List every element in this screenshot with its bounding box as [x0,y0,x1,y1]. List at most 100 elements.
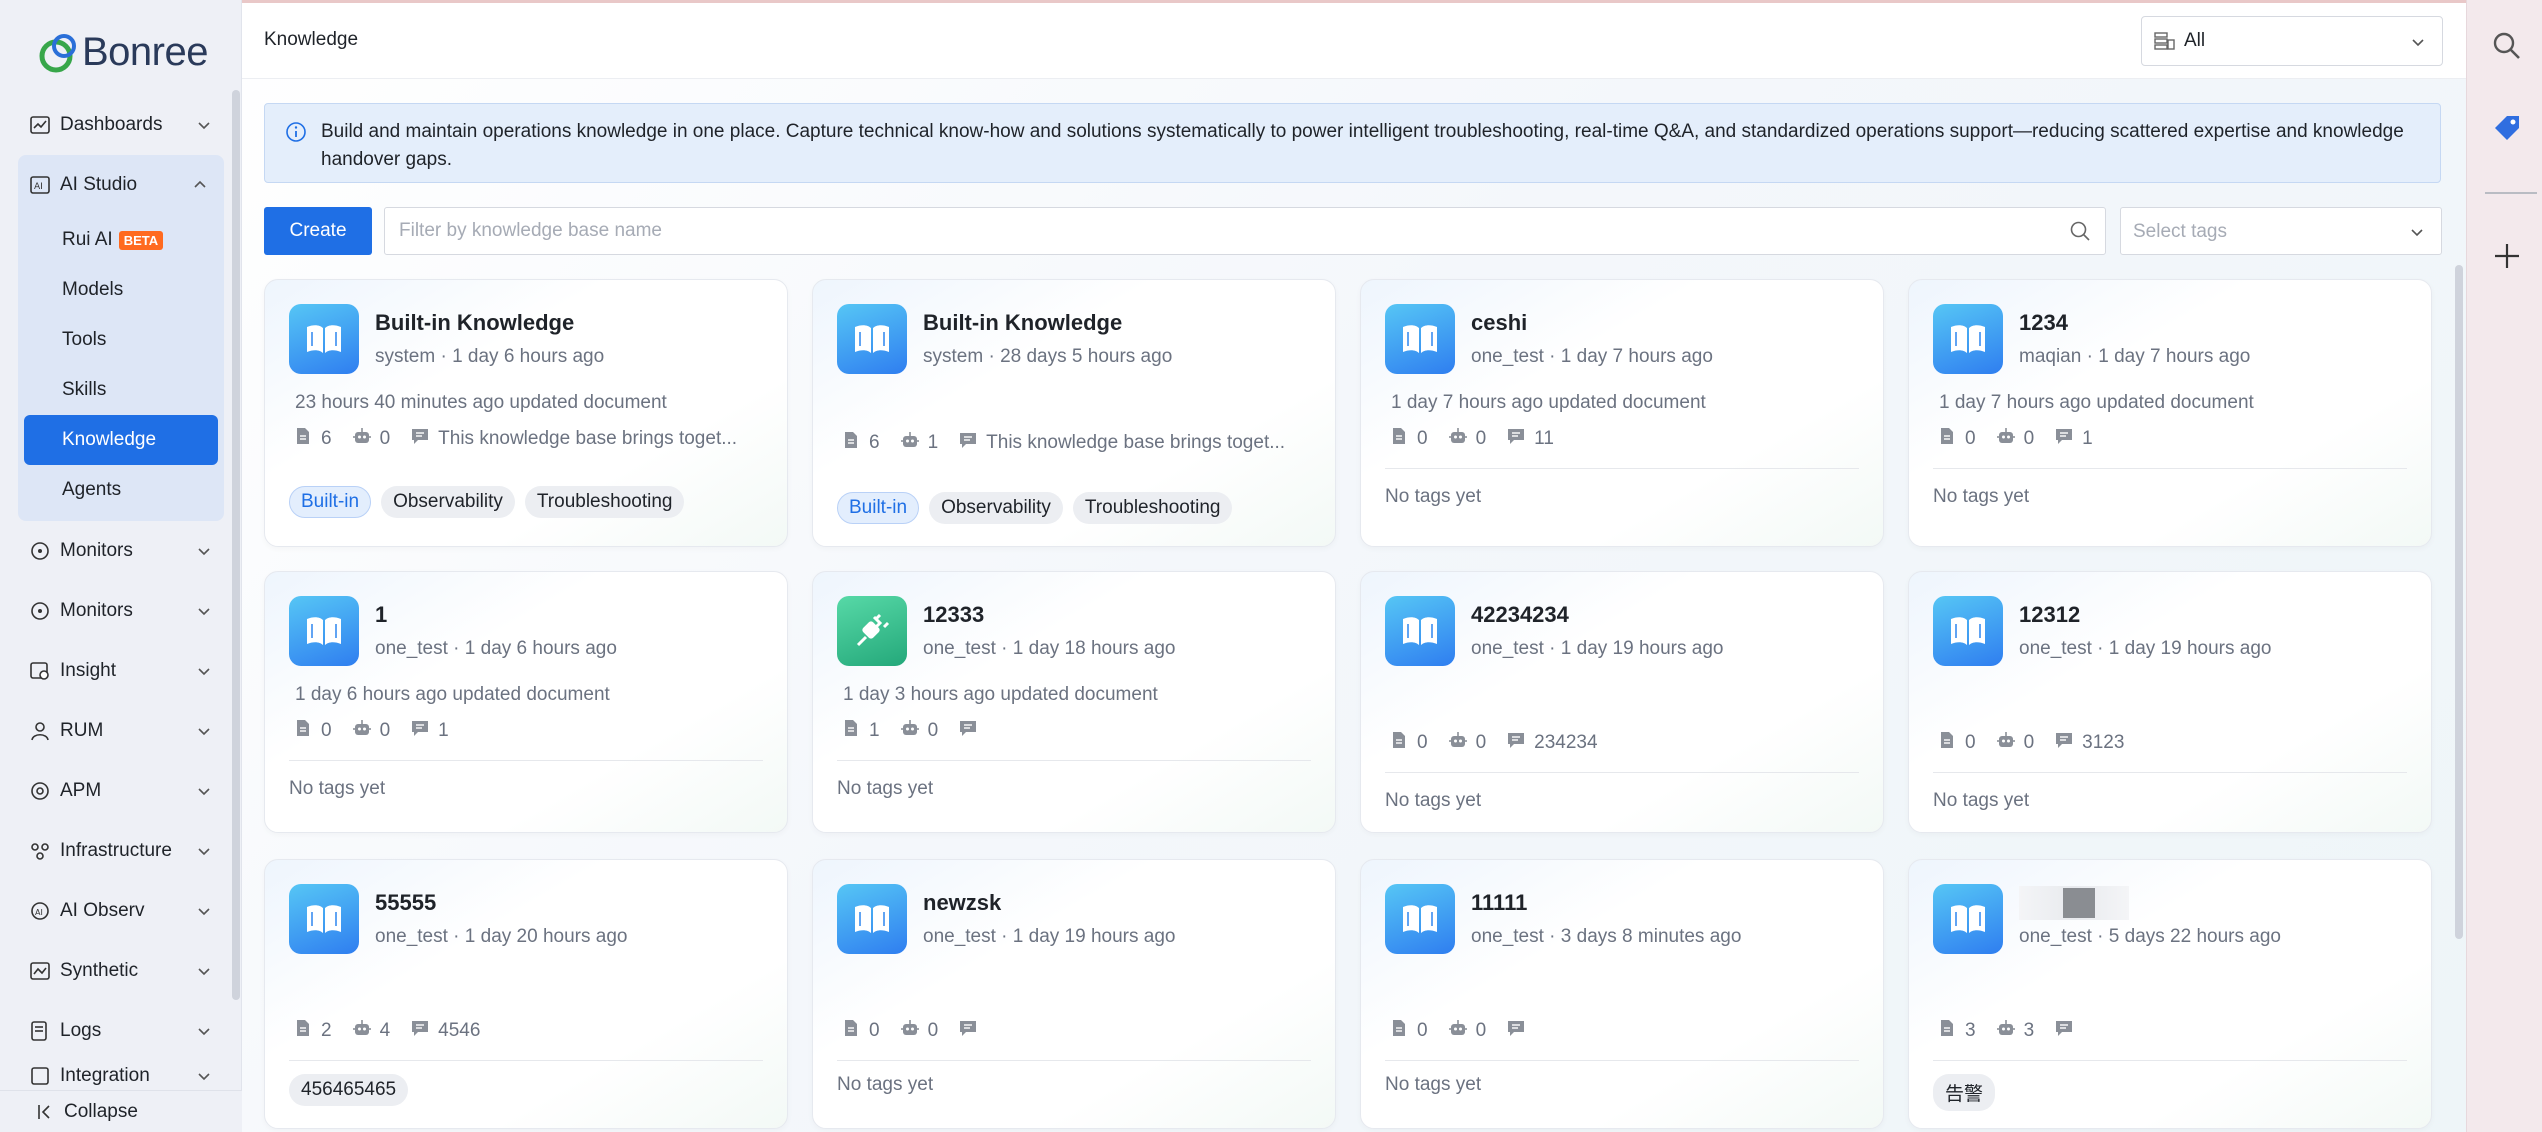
scope-select-value: All [2184,30,2206,51]
knowledge-card[interactable]: 11111 one_test · 3 days 8 minutes ago 0 0 No… [1360,859,1884,1129]
tag-chip[interactable]: 456465465 [289,1074,409,1106]
tag-icon [2495,116,2519,140]
card-divider [289,1060,763,1061]
sidebar-subitem-tools[interactable]: Tools [24,315,218,365]
monitor-icon [28,539,52,563]
scope-select[interactable]: All [2141,16,2443,66]
knowledge-card[interactable]: 42234234 one_test · 1 day 19 hours ago 0 0 2… [1360,571,1884,833]
knowledge-card[interactable]: 1 one_test · 1 day 6 hours ago 1 day 6 hou… [264,571,788,833]
plus-icon [2495,244,2519,268]
card-tags: 告警 [1933,1074,2005,1111]
collapse-label: Collapse [64,1100,138,1122]
doc-count: 0 [1389,426,1428,452]
knowledge-card[interactable]: 1234 maqian · 1 day 7 hours ago 1 day 7 ho… [1908,279,2432,547]
rail-tag-button[interactable] [2489,110,2525,146]
tag-chip[interactable]: Observability [929,492,1063,524]
sidebar-subitem-rui-ai[interactable]: Rui AI BETA [24,215,218,265]
card-stats: 6 0 This knowledge base brings toget... [293,426,757,452]
card-time: 1 day 19 hours ago [1012,926,1176,947]
tag-chip[interactable]: Built-in [289,486,372,518]
collapse-button[interactable]: Collapse [0,1090,242,1132]
sidebar-scrollbar[interactable] [232,90,240,1000]
card-owner: one_test [1471,926,1544,947]
card-stats: 6 1 This knowledge base brings toget... [841,430,1305,456]
search-input[interactable] [385,208,2045,254]
card-tags: No tags yet [1933,486,2029,508]
doc-count: 0 [841,1018,880,1044]
knowledge-card[interactable]: 55555 one_test · 1 day 20 hours ago 2 4 4546… [264,859,788,1129]
brand-logo[interactable]: Bonree [36,26,208,78]
tag-chip[interactable]: Observability [381,486,515,518]
card-tags: Built-in Observability Troubleshooting [837,492,1242,524]
doc-count: 2 [293,1018,332,1044]
card-meta: system · 28 days 5 hours ago [923,346,1173,367]
card-tags: No tags yet [1385,790,1481,812]
sidebar-group-ai-studio: AI AI Studio Rui AI BETA Models Tools Sk… [18,155,224,521]
agent-count: 4 [352,1018,390,1044]
card-time: 5 days 22 hours ago [2108,926,2281,947]
card-divider [1933,468,2407,469]
sidebar-item-ai-observ[interactable]: AI AI Observ [18,881,228,941]
integration-icon [28,1064,52,1088]
sidebar-item-infrastructure[interactable]: Infrastructure [18,821,228,881]
card-time: 1 day 6 hours ago [452,346,605,367]
no-tags-label: No tags yet [1385,1074,1482,1095]
robot-icon [900,1018,928,1044]
tag-chip[interactable]: Troubleshooting [1072,492,1233,524]
create-button[interactable]: Create [264,207,372,255]
no-tags-label: No tags yet [837,1074,934,1095]
card-title: 1 [375,602,388,627]
chevron-up-icon [194,180,206,188]
rail-search-button[interactable] [2489,28,2525,64]
card-stats: 0 0 234234 [1389,730,1618,756]
rail-add-button[interactable] [2489,238,2525,274]
card-stats: 10 [841,718,1006,744]
sidebar-item-label: Monitors [60,540,133,561]
sidebar-subitem-skills[interactable]: Skills [24,365,218,415]
card-owner: one_test [1471,346,1544,367]
banner-text: Build and maintain operations knowledge … [321,121,2404,170]
sidebar-subitem-agents[interactable]: Agents [24,465,218,515]
document-icon [841,430,869,456]
knowledge-card[interactable]: ceshi one_test · 1 day 7 hours ago 1 day 7… [1360,279,1884,547]
knowledge-card[interactable]: 12312 one_test · 1 day 19 hours ago 0 0 3123… [1908,571,2432,833]
agent-count: 0 [352,426,390,452]
doc-count: 0 [1389,730,1428,756]
chevron-down-icon [198,548,210,556]
card-owner: one_test [1471,638,1544,659]
sidebar-item-monitors-2[interactable]: Monitors [18,581,228,641]
document-icon [1937,1018,1965,1044]
agent-count: 0 [352,718,390,744]
knowledge-card[interactable]: Built-in Knowledge system · 28 days 5 hou… [812,279,1336,547]
card-owner: system [375,346,436,367]
sidebar-item-label: Insight [60,660,116,681]
sidebar-item-dashboards[interactable]: Dashboards [18,95,228,155]
sidebar-subitem-knowledge[interactable]: Knowledge [24,415,218,465]
sidebar-item-apm[interactable]: APM [18,761,228,821]
tag-chip[interactable]: Troubleshooting [524,486,685,518]
agent-count: 0 [1996,426,2034,452]
document-icon [293,718,321,744]
tag-chip[interactable]: 告警 [1933,1074,1996,1111]
sidebar-item-label: Knowledge [62,429,157,450]
knowledge-card[interactable]: one_test · 5 days 22 hours ago 3 3 告警 [1908,859,2432,1129]
tags-select[interactable]: Select tags [2120,207,2442,255]
doc-count: 1 [841,718,880,744]
sidebar-item-synthetic[interactable]: Synthetic [18,941,228,1001]
robot-icon [1996,1018,2024,1044]
knowledge-card[interactable]: Built-in Knowledge system · 1 day 6 hours… [264,279,788,547]
knowledge-card[interactable]: newzsk one_test · 1 day 19 hours ago 0 0 No … [812,859,1336,1129]
search-box [384,207,2106,255]
main-scrollbar[interactable] [2455,265,2463,939]
search-icon[interactable] [2069,220,2091,242]
sidebar-item-logs[interactable]: Logs [18,1001,228,1061]
sidebar-item-monitors[interactable]: Monitors [18,521,228,581]
sidebar-item-integration[interactable]: Integration [18,1061,228,1091]
sidebar-item-insight[interactable]: Insight [18,641,228,701]
main-content: Knowledge All Build and maintain operati… [242,0,2466,1132]
tag-chip[interactable]: Built-in [837,492,920,524]
sidebar-item-rum[interactable]: RUM [18,701,228,761]
sidebar-subitem-models[interactable]: Models [24,265,218,315]
knowledge-card[interactable]: 12333 one_test · 1 day 18 hours ago 1 day … [812,571,1336,833]
sidebar-item-ai-studio[interactable]: AI AI Studio [18,155,224,215]
